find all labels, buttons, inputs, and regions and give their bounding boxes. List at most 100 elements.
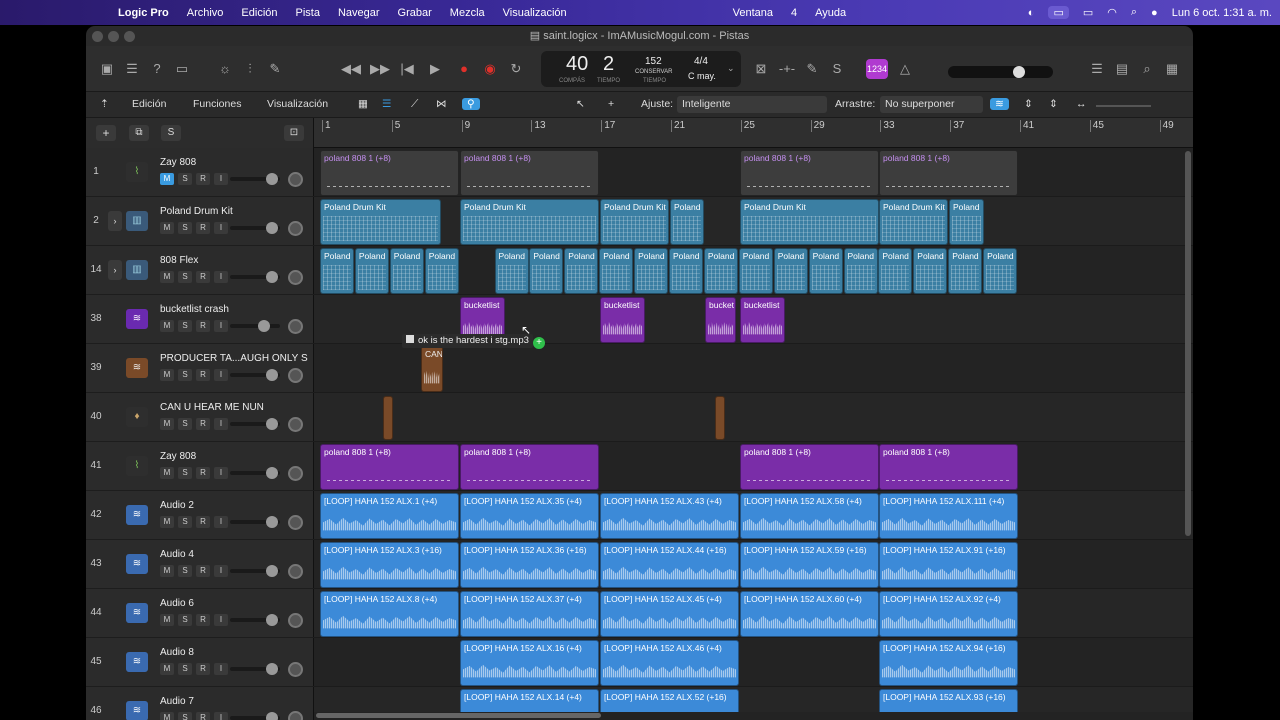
region[interactable]: [LOOP] HAHA 152 ALX.37 (+4) bbox=[460, 591, 599, 637]
mute-button[interactable]: M bbox=[160, 467, 174, 479]
lcd-display[interactable]: 40 2 COMPÁS TIEMPO 152 CONSERVAR TIEMPO … bbox=[541, 51, 741, 87]
rewind-icon[interactable]: ◀◀ bbox=[340, 59, 362, 79]
solo-button[interactable]: S bbox=[178, 271, 192, 283]
list-editors-icon[interactable]: ☰ bbox=[1086, 59, 1108, 79]
menu-pista[interactable]: Pista bbox=[296, 7, 320, 19]
region[interactable]: Poland bbox=[913, 248, 948, 294]
pan-knob[interactable] bbox=[288, 319, 303, 334]
menu-archivo[interactable]: Archivo bbox=[187, 7, 224, 19]
region[interactable]: [LOOP] HAHA 152 ALX.43 (+4) bbox=[600, 493, 739, 539]
secondary-tool-icon[interactable]: + bbox=[608, 98, 614, 110]
track-name[interactable]: Audio 6 bbox=[160, 598, 194, 609]
region[interactable]: Poland bbox=[703, 248, 738, 294]
track-name[interactable]: Audio 8 bbox=[160, 647, 194, 658]
volume-fader-handle[interactable] bbox=[258, 320, 270, 332]
track-name[interactable]: CAN U HEAR ME NUN bbox=[160, 402, 264, 413]
region[interactable]: [LOOP] HAHA 152 ALX.44 (+16) bbox=[600, 542, 739, 588]
region[interactable]: Poland bbox=[634, 248, 669, 294]
horizontal-zoom-icon[interactable]: ↔ bbox=[1076, 98, 1087, 110]
pan-knob[interactable] bbox=[288, 613, 303, 628]
drag-select[interactable]: No superponer bbox=[880, 96, 983, 113]
region[interactable]: bucketlist bbox=[600, 297, 645, 343]
volume-fader-handle[interactable] bbox=[266, 271, 278, 283]
menu-ventana[interactable]: Ventana bbox=[733, 7, 773, 19]
volume-fader-handle[interactable] bbox=[266, 614, 278, 626]
region[interactable]: [LOOP] HAHA 152 ALX.35 (+4) bbox=[460, 493, 599, 539]
screen-mirror-icon[interactable]: ▭ bbox=[1048, 6, 1069, 19]
region[interactable]: Poland bbox=[669, 248, 703, 294]
mute-button[interactable]: M bbox=[160, 663, 174, 675]
volume-fader[interactable] bbox=[230, 663, 280, 675]
metronome-icon[interactable]: △ bbox=[894, 59, 916, 79]
track-name[interactable]: bucketlist crash bbox=[160, 304, 229, 315]
snap-select[interactable]: Inteligente bbox=[677, 96, 827, 113]
menu-edicion[interactable]: Edición bbox=[241, 7, 277, 19]
library-icon[interactable]: ▣ bbox=[96, 59, 118, 79]
input-monitor-button[interactable]: I bbox=[214, 369, 228, 381]
track-header[interactable]: 45 ≋ Audio 8 MSRI bbox=[86, 638, 314, 687]
record-enable-button[interactable]: R bbox=[196, 565, 210, 577]
editors-icon[interactable]: ✎ bbox=[264, 59, 286, 79]
record-enable-button[interactable]: R bbox=[196, 271, 210, 283]
region[interactable]: [LOOP] HAHA 152 ALX.60 (+4) bbox=[740, 591, 879, 637]
record-enable-button[interactable]: R bbox=[196, 222, 210, 234]
region[interactable]: poland 808 1 (+8) bbox=[460, 444, 599, 490]
global-solo-button[interactable]: S bbox=[161, 125, 181, 141]
pan-knob[interactable] bbox=[288, 172, 303, 187]
track-header[interactable]: 42 ≋ Audio 2 MSRI bbox=[86, 491, 314, 540]
region[interactable]: Poland bbox=[424, 248, 459, 294]
record-enable-button[interactable]: R bbox=[196, 467, 210, 479]
region[interactable]: Poland bbox=[808, 248, 843, 294]
mute-button[interactable]: M bbox=[160, 320, 174, 332]
region[interactable]: Poland bbox=[983, 248, 1018, 294]
region[interactable]: poland 808 1 (+8) bbox=[879, 444, 1018, 490]
minimize-window-button[interactable] bbox=[108, 31, 119, 42]
solo-button[interactable]: S bbox=[178, 614, 192, 626]
region[interactable]: bucketlist bbox=[740, 297, 785, 343]
menu-visualizacion[interactable]: Visualización bbox=[503, 7, 567, 19]
solo-button[interactable]: S bbox=[178, 712, 192, 720]
solo-button[interactable]: S bbox=[178, 663, 192, 675]
region[interactable]: Poland bbox=[670, 199, 704, 245]
volume-fader[interactable] bbox=[230, 712, 280, 720]
volume-fader-handle[interactable] bbox=[266, 173, 278, 185]
solo-button[interactable]: S bbox=[178, 320, 192, 332]
pan-knob[interactable] bbox=[288, 515, 303, 530]
region[interactable]: [LOOP] HAHA 152 ALX.16 (+4) bbox=[460, 640, 599, 686]
region[interactable]: Poland Drum Kit bbox=[600, 199, 669, 245]
input-monitor-button[interactable]: I bbox=[214, 565, 228, 577]
region[interactable]: bucket bbox=[705, 297, 736, 343]
volume-fader-handle[interactable] bbox=[266, 565, 278, 577]
arrange-area[interactable]: poland 808 1 (+8) poland 808 1 (+8) poland… bbox=[314, 148, 1193, 720]
pan-knob[interactable] bbox=[288, 466, 303, 481]
pan-knob[interactable] bbox=[288, 368, 303, 383]
region[interactable]: Poland bbox=[354, 248, 389, 294]
region[interactable]: Poland bbox=[949, 199, 984, 245]
siri-icon[interactable]: ● bbox=[1151, 7, 1158, 19]
notepad-icon[interactable]: ▤ bbox=[1111, 59, 1133, 79]
count-in-badge[interactable]: 1234 bbox=[866, 59, 888, 79]
region[interactable]: Poland Drum Kit bbox=[320, 199, 441, 245]
mute-button[interactable]: M bbox=[160, 369, 174, 381]
region-menu-icon[interactable]: ⊡ bbox=[284, 125, 304, 141]
track-header[interactable]: 14 › ▥ 808 Flex M S R I bbox=[86, 246, 314, 295]
mute-button[interactable]: M bbox=[160, 173, 174, 185]
volume-fader-handle[interactable] bbox=[266, 418, 278, 430]
region[interactable]: poland 808 1 (+8) bbox=[740, 444, 879, 490]
region[interactable] bbox=[383, 396, 393, 440]
vertical-zoom-arrow-icon[interactable]: ⇕ bbox=[1049, 98, 1058, 110]
control-center-icon[interactable]: ◐ bbox=[1028, 7, 1035, 19]
mixer-icon[interactable]: ⫶ bbox=[239, 59, 261, 79]
input-monitor-button[interactable]: I bbox=[214, 516, 228, 528]
record-icon[interactable]: ● bbox=[453, 59, 475, 79]
region[interactable]: [LOOP] HAHA 152 ALX.3 (+16) bbox=[320, 542, 459, 588]
mute-button[interactable]: M bbox=[160, 271, 174, 283]
region[interactable]: poland 808 1 (+8) bbox=[460, 150, 599, 196]
volume-fader[interactable] bbox=[230, 222, 280, 234]
solo-button[interactable]: S bbox=[178, 369, 192, 381]
record-enable-button[interactable]: R bbox=[196, 369, 210, 381]
track-lane[interactable] bbox=[314, 393, 1193, 442]
volume-fader[interactable] bbox=[230, 173, 280, 185]
track-header[interactable]: 1 ⌇ Zay 808 M S R I bbox=[86, 148, 314, 197]
track-header[interactable]: 46 ≋ Audio 7 MSRI bbox=[86, 687, 314, 720]
